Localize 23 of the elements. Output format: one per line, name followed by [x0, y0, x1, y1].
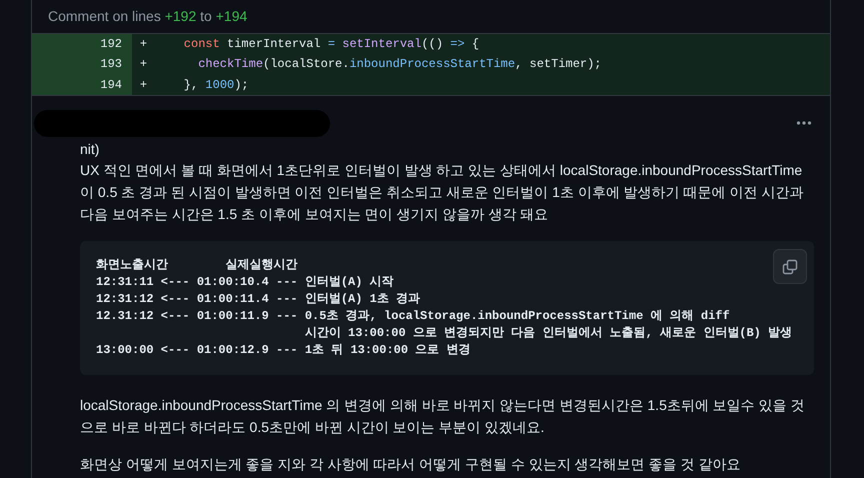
copy-button[interactable]: [773, 249, 807, 284]
line-number: 194: [32, 74, 132, 95]
code-text: 13:00:00 <--- 01:00:12.9 --- 1초 뒤 13:00:00 으로 변경: [96, 342, 470, 360]
code-line: checkTime(localStore.inboundProcessStartTime, setTimer);: [197, 56, 602, 74]
copy-icon: [782, 258, 798, 275]
comment-text: localStorage.inboundProcessStartTime 의 변경에 의해 바로 바뀌지 않는다면 변경된시간은 1.5초뒤에 보일수 있을 것으로 바로 바뀐다 하더라도 0.5초만에 바뀐 시간이 보이는 부분이 있겠네요.: [80, 396, 806, 437]
code-text: 12:31:11 <--- 01:00:10.4 --- 인터벌(A) 시작: [96, 274, 394, 292]
comment-text: nit): [80, 140, 100, 159]
comment-text: 화면상 어떻게 보여지는게 좋을 지와 각 사항에 따라서 어떻게 구현될 수 있는지 생각해보면 좋을 것 같아요: [80, 455, 742, 474]
code-text: 화면노출시간 실제실행시간: [96, 257, 298, 274]
code-text: 12.31:12 <--- 01:00:11.9 --- 0.5초 경과, localStorage.inboundProcessStartTime 에 의해 diff: [96, 308, 730, 326]
comment-text: UX 적인 면에서 볼 때 화면에서 1초단위로 인터벌이 발생 하고 있는 상태에서 localStorage.inboundProcessStartTime 이 0.5 초 경과 된 시점이 발생하면 이전 인터벌은 취소되고 새로운 인터벌이 1초 이후에 발생하기 때문에 이전 시간과 다음 보여주는 시간은 1.5 초 이후에 보여지는 면이 생기지 않을까 생각 돼요: [80, 161, 804, 224]
line-number: 192: [32, 34, 132, 54]
more-options-icon[interactable]: [796, 120, 812, 126]
diff-sign: +: [138, 76, 148, 94]
diff-sign: +: [138, 36, 148, 53]
line-number: 193: [32, 54, 132, 75]
diff-sign: +: [138, 56, 148, 74]
code-line: const timerInterval = setInterval(() => {: [182, 36, 480, 53]
code-text: 시간이 13:00:00 으로 변경되지만 다음 인터벌에서 노출됨, 새로운 인터벌(B) 발생: [304, 325, 792, 342]
code-line: }, 1000);: [182, 76, 249, 94]
code-text: 12:31:12 <--- 01:00:11.4 --- 인터벌(A) 1초 경과: [96, 291, 420, 308]
comment-range-label: Comment on lines +192 to +194: [48, 8, 248, 24]
